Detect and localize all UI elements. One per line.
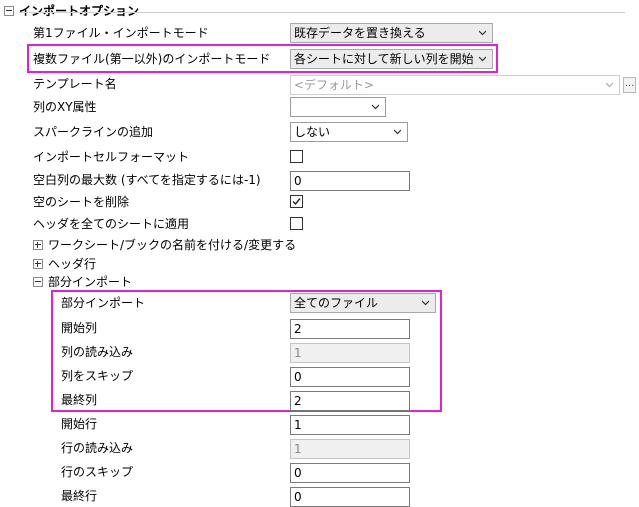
chevron-down-icon	[479, 55, 486, 62]
max-blank-label: 空白列の最大数 (すべてを指定するには-1)	[33, 173, 261, 187]
chevron-down-icon	[394, 128, 401, 135]
apply-header-checkbox[interactable]	[290, 217, 303, 230]
cell-format-checkbox[interactable]	[290, 150, 303, 163]
start-col-label: 開始列	[61, 321, 98, 335]
multi-file-mode-label: 複数ファイル(第一以外)のインポートモード	[33, 52, 271, 66]
start-row-input[interactable]: 1	[290, 415, 410, 435]
end-row-input[interactable]: 0	[290, 487, 410, 507]
partial-mode-select[interactable]: 全てのファイル	[290, 293, 436, 313]
skip-cols-input[interactable]: 0	[290, 367, 410, 387]
skip-cols-label: 列をスキップ	[61, 369, 134, 383]
start-row-label: 開始行	[61, 417, 98, 431]
sparkline-label: スパークラインの追加	[33, 125, 154, 139]
read-cols-label: 列の読み込み	[61, 345, 134, 359]
xy-attr-label: 列のXY属性	[33, 100, 97, 114]
read-rows-label: 行の読み込み	[61, 441, 134, 455]
first-file-mode-value: 既存データを置き換える	[294, 26, 426, 40]
chevron-down-icon	[422, 299, 429, 306]
max-blank-input[interactable]: 0	[290, 171, 410, 191]
skip-rows-label: 行のスキップ	[61, 465, 134, 479]
xy-attr-select[interactable]	[290, 97, 386, 117]
sparkline-value: しない	[294, 125, 331, 139]
rename-expand-icon[interactable]	[33, 240, 43, 250]
end-col-input[interactable]: 2	[290, 391, 410, 411]
read-cols-input: 1	[290, 343, 410, 363]
chevron-down-icon	[372, 103, 379, 110]
skip-rows-input[interactable]: 0	[290, 463, 410, 483]
template-name-select[interactable]: <デフォルト>	[290, 75, 620, 95]
header-lines-expand-icon[interactable]	[33, 259, 43, 269]
template-name-label: テンプレート名	[33, 77, 117, 91]
section-collapse-icon[interactable]	[4, 6, 14, 16]
section-title: インポートオプション	[19, 4, 140, 18]
sparkline-select[interactable]: しない	[290, 122, 408, 142]
cell-format-label: インポートセルフォーマット	[33, 150, 190, 164]
delete-empty-label: 空のシートを削除	[33, 195, 130, 209]
template-name-value: <デフォルト>	[294, 78, 375, 92]
start-col-input[interactable]: 2	[290, 319, 410, 339]
multi-file-mode-select[interactable]: 各シートに対して新しい列を開始	[290, 49, 493, 69]
end-row-label: 最終行	[61, 489, 98, 503]
chevron-down-icon	[606, 81, 613, 88]
first-file-mode-label: 第1ファイル・インポートモード	[33, 26, 209, 40]
check-icon	[292, 198, 301, 206]
chevron-down-icon	[479, 29, 486, 36]
first-file-mode-select[interactable]: 既存データを置き換える	[290, 23, 493, 43]
apply-header-label: ヘッダを全てのシートに適用	[33, 217, 190, 231]
partial-collapse-icon[interactable]	[33, 277, 43, 287]
partial-mode-value: 全てのファイル	[294, 296, 379, 310]
end-col-label: 最終列	[61, 393, 98, 407]
partial-group-label[interactable]: 部分インポート	[48, 274, 132, 290]
delete-empty-checkbox[interactable]	[290, 195, 303, 208]
multi-file-mode-value: 各シートに対して新しい列を開始	[294, 52, 474, 66]
partial-mode-label: 部分インポート	[61, 296, 146, 310]
header-lines-group-label[interactable]: ヘッダ行	[48, 256, 96, 272]
rename-group-label[interactable]: ワークシート/ブックの名前を付ける/変更する	[48, 237, 296, 253]
section-divider	[19, 12, 625, 13]
read-rows-input: 1	[290, 439, 410, 459]
template-browse-button[interactable]: ...	[623, 77, 636, 93]
